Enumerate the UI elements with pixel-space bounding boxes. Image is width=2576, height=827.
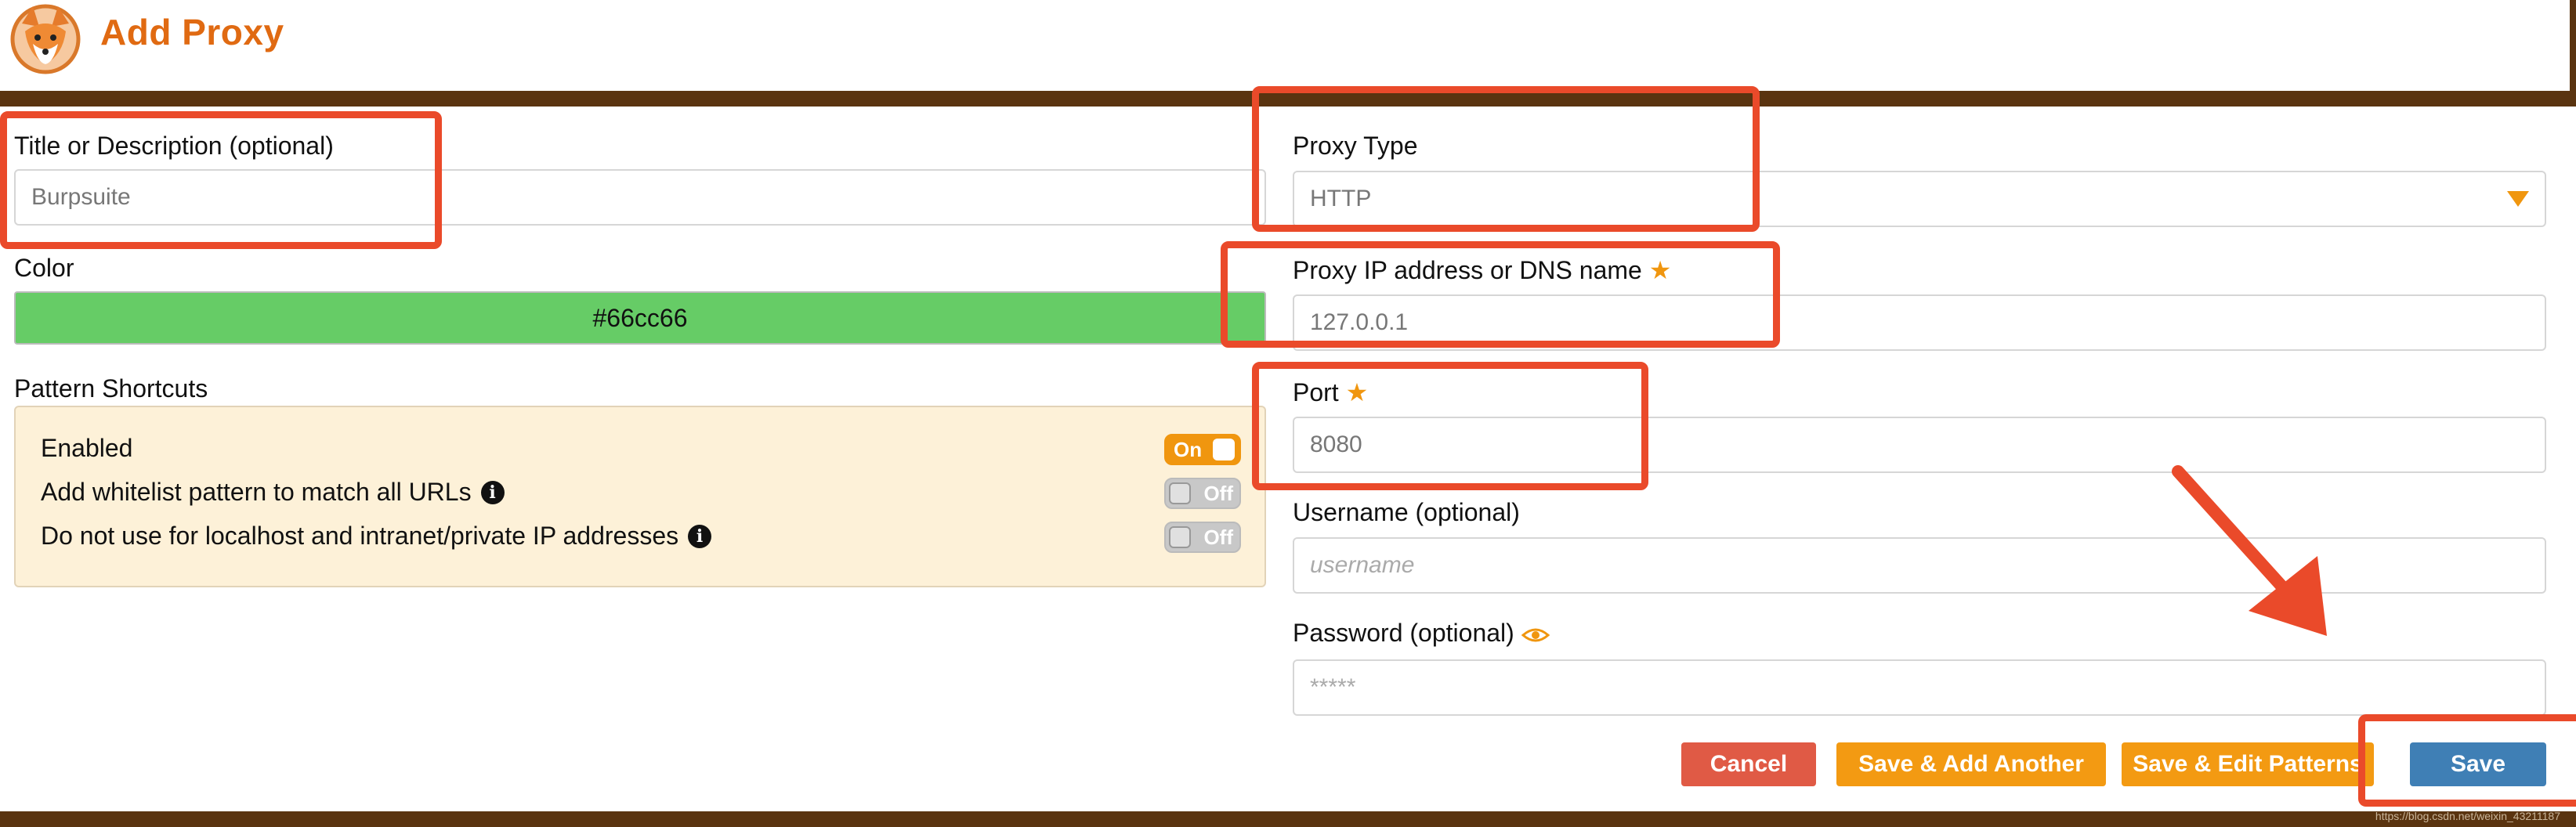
annotation-box-save (2358, 714, 2576, 807)
localhost-toggle[interactable]: Off (1164, 522, 1241, 553)
enabled-toggle[interactable]: On (1164, 434, 1241, 465)
save-edit-patterns-button[interactable]: Save & Edit Patterns (2122, 742, 2374, 786)
pattern-shortcut-enabled: Enabled (41, 434, 132, 463)
header: Add Proxy (0, 0, 2574, 91)
password-input[interactable]: ***** (1293, 659, 2546, 716)
color-value: #66cc66 (592, 303, 688, 332)
pattern-shortcut-whitelist: Add whitelist pattern to match all URLs … (41, 478, 505, 507)
color-label: Color (14, 254, 74, 282)
whitelist-toggle[interactable]: Off (1164, 478, 1241, 509)
pattern-shortcut-localhost: Do not use for localhost and intranet/pr… (41, 522, 712, 551)
cancel-button[interactable]: Cancel (1681, 742, 1816, 786)
info-icon[interactable]: i (688, 524, 712, 548)
toggle-state: Off (1203, 481, 1233, 505)
pattern-shortcuts-panel: Enabled On Add whitelist pattern to matc… (14, 406, 1266, 587)
eye-icon[interactable] (1521, 626, 1550, 645)
caret-down-icon (2507, 191, 2529, 207)
info-icon[interactable]: i (480, 480, 505, 504)
toggle-state: On (1174, 437, 1203, 461)
password-label-text: Password (optional) (1293, 619, 1514, 647)
username-label: Username (optional) (1293, 498, 1520, 526)
page-title: Add Proxy (100, 12, 284, 52)
watermark-url: https://blog.csdn.net/weixin_43211187 (2375, 810, 2560, 822)
save-add-another-button[interactable]: Save & Add Another (1836, 742, 2106, 786)
username-input[interactable]: username (1293, 537, 2546, 594)
pattern-shortcut-label: Do not use for localhost and intranet/pr… (41, 522, 679, 550)
annotation-box-proxy-host (1221, 241, 1780, 348)
firefox-fox-logo-icon (10, 4, 81, 74)
toggle-state: Off (1203, 525, 1233, 549)
annotation-box-title (0, 111, 442, 249)
pattern-shortcuts-label: Pattern Shortcuts (14, 374, 208, 403)
color-picker[interactable]: #66cc66 (14, 291, 1266, 345)
annotation-box-proxy-type (1252, 86, 1760, 232)
annotation-box-port (1252, 362, 1648, 490)
pattern-shortcut-label: Add whitelist pattern to match all URLs (41, 478, 472, 506)
toggle-knob (1169, 526, 1191, 548)
toggle-knob (1213, 439, 1235, 460)
password-label: Password (optional) (1293, 619, 1550, 648)
pattern-shortcut-label: Enabled (41, 434, 133, 462)
annotation-arrow-icon (2172, 465, 2327, 636)
toggle-knob (1169, 482, 1191, 504)
